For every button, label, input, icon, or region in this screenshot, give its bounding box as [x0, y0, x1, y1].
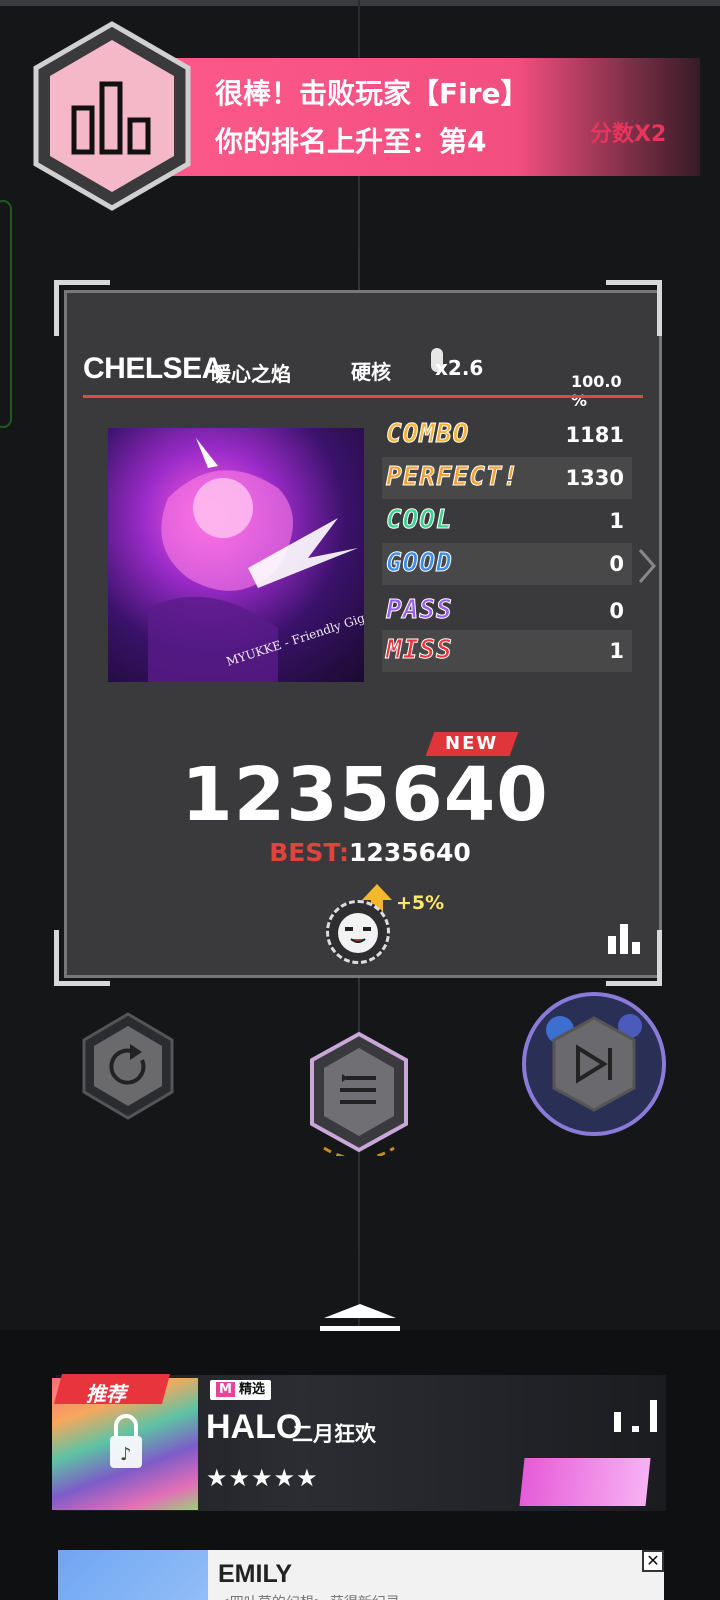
best-label: BEST:	[269, 838, 350, 867]
mascot-avatar-icon	[326, 900, 390, 964]
title-divider	[83, 395, 643, 398]
stat-label-miss: MISS	[386, 635, 453, 666]
difficulty-stars: ★★★★★	[206, 1464, 319, 1492]
card-corner-bl	[54, 930, 110, 986]
recommend-tag: 推荐	[86, 1382, 126, 1406]
chevron-right-icon[interactable]	[636, 546, 658, 586]
best-score-line: BEST:1235640	[0, 838, 720, 867]
stat-row-cool: COOL 1	[382, 500, 632, 542]
leaderboard-hex-icon[interactable]	[30, 20, 194, 212]
menu-button[interactable]	[306, 1030, 412, 1156]
speed-multiplier: x2.6	[435, 356, 484, 380]
stat-value-combo: 1181	[565, 423, 624, 447]
featured-badge-m: M	[216, 1382, 235, 1397]
banner-line-rank: 你的排名上升至：第4	[215, 125, 487, 158]
song-title: CHELSEA	[83, 352, 223, 385]
side-drawer-handle[interactable]	[0, 200, 12, 428]
stat-label-pass: PASS	[386, 595, 453, 626]
card-corner-tl	[54, 280, 110, 336]
stat-row-miss: MISS 1	[382, 630, 632, 672]
notification-subtitle: <四叶草的幻想> 获得新纪录	[218, 1592, 400, 1600]
recommended-song-subtitle: 二月狂欢	[292, 1422, 376, 1446]
stat-label-combo: COMBO	[385, 419, 470, 450]
notification-title: EMILY	[218, 1560, 293, 1588]
stat-value-pass: 0	[609, 599, 624, 623]
stat-value-cool: 1	[609, 509, 624, 533]
signal-bars-icon	[614, 1400, 657, 1432]
banner-ghost-text: 分数X2	[590, 122, 667, 147]
stat-label-good: GOOD	[386, 548, 453, 579]
next-song-button[interactable]	[520, 990, 668, 1138]
notification-thumbnail	[58, 1550, 208, 1600]
banner-line-defeat: 很棒！击败玩家【Fire】	[215, 77, 529, 110]
cover-illustration: MYUKKE - Friendly Gigant Fire	[148, 438, 364, 682]
featured-badge-text: 精选	[238, 1382, 265, 1397]
expand-up-icon[interactable]	[318, 1300, 402, 1334]
accuracy-percent: 100.0 %	[571, 372, 622, 410]
song-title-row: CHELSEA 暖心之焰 硬核 x2.6 100.0 %	[83, 348, 643, 410]
svg-text:♪: ♪	[120, 1444, 132, 1465]
mascot-face-icon	[338, 913, 378, 953]
stats-bars-icon[interactable]	[606, 922, 642, 954]
retry-button[interactable]	[78, 1010, 178, 1122]
best-value: 1235640	[349, 838, 471, 867]
recommended-song-title: HALO	[206, 1408, 303, 1446]
stat-label-cool: COOL	[386, 505, 453, 536]
stat-row-combo: COMBO 1181	[382, 414, 632, 456]
top-status-strip	[0, 0, 720, 6]
stat-value-good: 0	[609, 552, 624, 576]
difficulty-label: 硬核	[351, 360, 391, 384]
final-score: 1235640	[181, 752, 549, 838]
card-corner-tr	[606, 280, 662, 336]
close-icon[interactable]: ✕	[642, 1550, 664, 1572]
featured-badge: M 精选	[210, 1380, 271, 1400]
stat-row-good: GOOD 0	[382, 543, 632, 585]
event-thumbnail[interactable]	[519, 1458, 651, 1506]
stat-value-perfect: 1330	[565, 466, 624, 490]
song-cover-art: MYUKKE - Friendly Gigant Fire	[108, 428, 364, 682]
bonus-percent: +5%	[396, 892, 445, 914]
stat-row-perfect: PERFECT! 1330	[382, 457, 632, 499]
stat-value-miss: 1	[609, 639, 624, 663]
stat-row-pass: PASS 0	[382, 590, 632, 632]
stat-label-perfect: PERFECT!	[385, 462, 520, 493]
song-subtitle: 暖心之焰	[211, 362, 291, 386]
